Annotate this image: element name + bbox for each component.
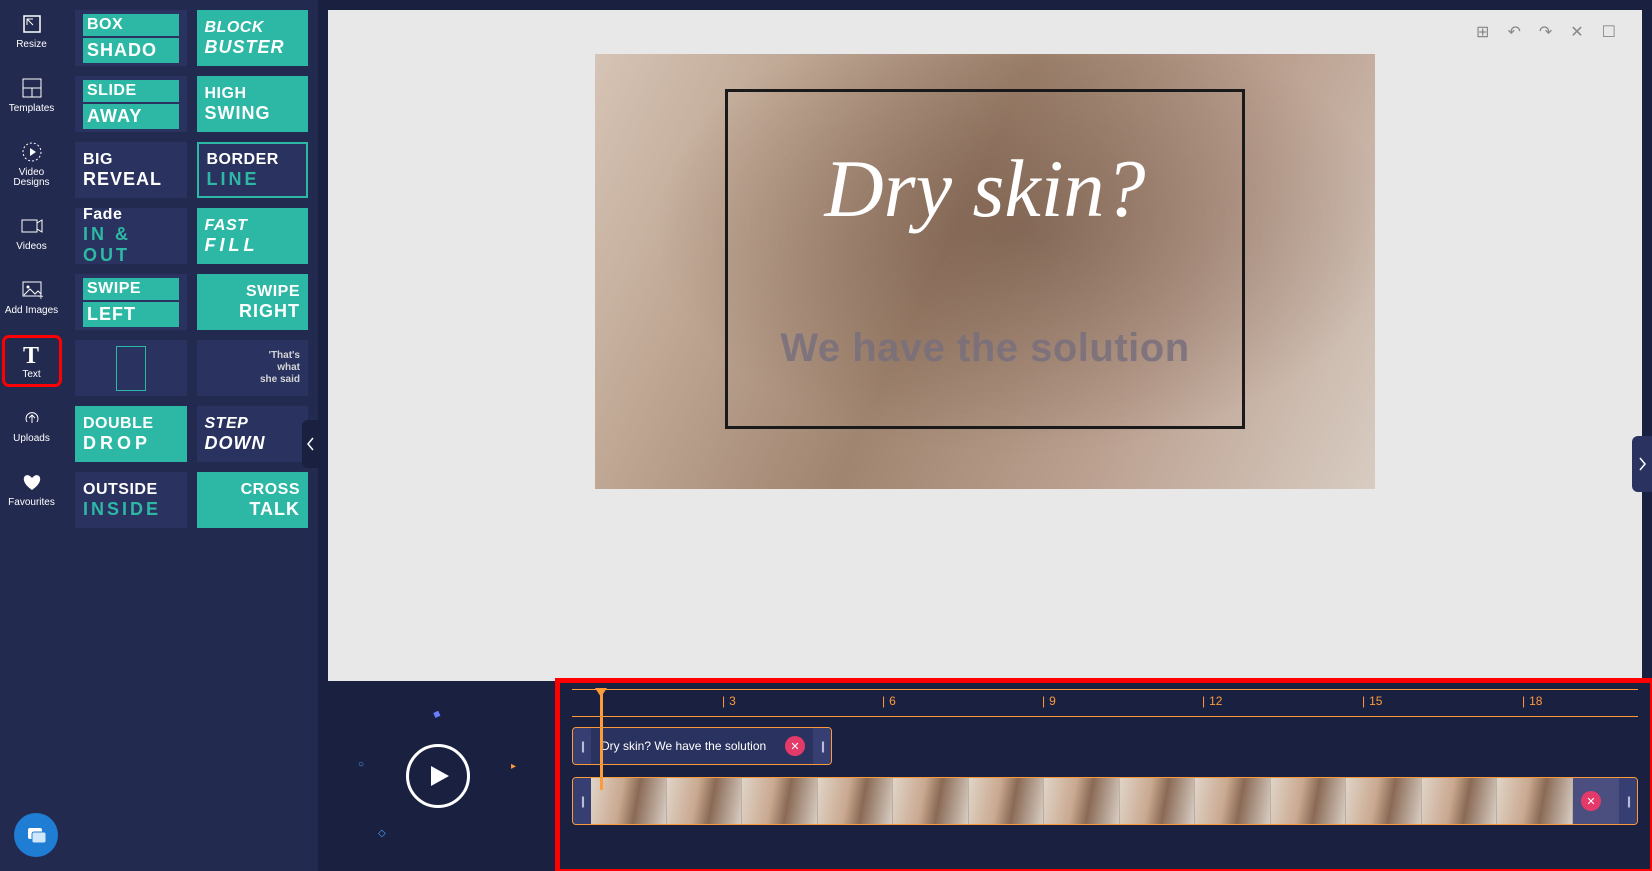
play-button[interactable]: [406, 744, 470, 808]
delete-clip-button[interactable]: ✕: [785, 736, 805, 756]
redo-icon[interactable]: ↷: [1539, 22, 1552, 42]
panel-collapse-button[interactable]: [302, 420, 318, 468]
ruler-tick: 18: [1522, 694, 1542, 708]
clip-end-segment: ✕: [1573, 778, 1619, 824]
play-icon: [429, 764, 451, 788]
sidebar-label: Favourites: [8, 498, 55, 508]
sidebar-label: Text: [22, 370, 40, 380]
text-template-tile[interactable]: BOXSHADO: [75, 10, 187, 66]
sidebar-label: Videos: [16, 242, 46, 252]
sidebar-item-resize[interactable]: Resize: [5, 8, 59, 54]
video-thumbnail: [1195, 778, 1271, 824]
text-templates-panel: BOXSHADOBLOCKBUSTERSLIDEAWAYHIGHSWINGBIG…: [63, 0, 318, 871]
video-designs-icon: [20, 140, 44, 164]
text-template-tile[interactable]: STEPDOWN: [197, 406, 309, 462]
canvas-toolbar: ⊞ ↶ ↷ ✕ ☐: [1450, 10, 1642, 54]
clip-right-handle[interactable]: ||: [1619, 778, 1637, 824]
decoration-icon: ◇: [378, 828, 386, 839]
decoration-icon: ▸: [511, 761, 516, 772]
text-template-tile[interactable]: SWIPERIGHT: [197, 274, 309, 330]
sidebar-label: Resize: [16, 40, 47, 50]
playhead[interactable]: [600, 690, 603, 790]
text-template-tile[interactable]: FadeIN & OUT: [75, 208, 187, 264]
canvas-text-frame[interactable]: Dry skin? We have the solution: [725, 89, 1245, 429]
video-canvas[interactable]: Dry skin? We have the solution: [595, 54, 1375, 489]
text-template-tile[interactable]: HIGHSWING: [197, 76, 309, 132]
templates-icon: [20, 76, 44, 100]
svg-text:+: +: [38, 292, 43, 300]
chat-icon: [25, 824, 47, 846]
sidebar-item-favourites[interactable]: Favourites: [5, 466, 59, 512]
sidebar-label: Templates: [9, 104, 55, 114]
canvas-subtitle-text[interactable]: We have the solution: [780, 326, 1189, 371]
video-thumbnail: [667, 778, 743, 824]
text-icon: T: [20, 342, 44, 366]
text-template-tile[interactable]: OUTSIDEINSIDE: [75, 472, 187, 528]
text-template-tile[interactable]: [75, 340, 187, 396]
ruler-tick: 15: [1362, 694, 1382, 708]
canvas-area: ⊞ ↶ ↷ ✕ ☐ Dry skin? We have the solution: [328, 10, 1642, 681]
close-icon[interactable]: ✕: [1570, 22, 1583, 42]
video-thumbnail: [1422, 778, 1498, 824]
text-template-tile[interactable]: BLOCKBUSTER: [197, 10, 309, 66]
text-template-tile[interactable]: BIGREVEAL: [75, 142, 187, 198]
video-thumbnail: [1346, 778, 1422, 824]
sidebar-item-text[interactable]: T Text: [5, 338, 59, 384]
videos-icon: [20, 214, 44, 238]
video-thumbnail: [742, 778, 818, 824]
text-template-tile[interactable]: DOUBLEDROP: [75, 406, 187, 462]
video-thumbnail: [1271, 778, 1347, 824]
svg-text:T: T: [23, 343, 39, 367]
text-clip-track[interactable]: || Dry skin? We have the solution ✕ ||: [572, 727, 832, 765]
text-template-tile[interactable]: FASTFILL: [197, 208, 309, 264]
ruler-tick: 12: [1202, 694, 1222, 708]
undo-icon[interactable]: ↶: [1507, 22, 1520, 42]
ruler-tick: 3: [722, 694, 736, 708]
video-thumbnail: [818, 778, 894, 824]
resize-icon: [20, 12, 44, 36]
video-clip-track[interactable]: || ✕ ||: [572, 777, 1638, 825]
playback-controls: ◆ ○ ▸ ◇: [318, 681, 558, 871]
sidebar-label: Add Images: [5, 306, 58, 316]
text-clip-label: Dry skin? We have the solution: [591, 739, 777, 753]
left-sidebar: Resize Templates Video Designs Videos + …: [0, 0, 63, 871]
delete-clip-button[interactable]: ✕: [1581, 791, 1601, 811]
text-template-tile[interactable]: SWIPELEFT: [75, 274, 187, 330]
sidebar-label: Uploads: [13, 434, 50, 444]
video-thumbnail: [893, 778, 969, 824]
text-template-tile[interactable]: SLIDEAWAY: [75, 76, 187, 132]
ruler-tick: 6: [882, 694, 896, 708]
sidebar-item-add-images[interactable]: + Add Images: [5, 274, 59, 320]
clip-left-handle[interactable]: ||: [573, 778, 591, 824]
text-template-tile[interactable]: BORDERLINE: [197, 142, 309, 198]
clip-right-handle[interactable]: ||: [813, 728, 831, 764]
fullscreen-icon[interactable]: ☐: [1602, 22, 1616, 42]
heart-icon: [20, 470, 44, 494]
main-area: ⊞ ↶ ↷ ✕ ☐ Dry skin? We have the solution…: [318, 0, 1652, 871]
decoration-icon: ◆: [431, 708, 442, 721]
decoration-icon: ○: [358, 759, 364, 770]
chat-support-button[interactable]: [14, 813, 58, 857]
clip-left-handle[interactable]: ||: [573, 728, 591, 764]
video-thumbnail: [969, 778, 1045, 824]
sidebar-item-templates[interactable]: Templates: [5, 72, 59, 118]
add-images-icon: +: [20, 278, 44, 302]
timeline-ruler[interactable]: 3 6 9 12 15 18: [572, 689, 1638, 717]
sidebar-item-uploads[interactable]: Uploads: [5, 402, 59, 448]
grid-icon[interactable]: ⊞: [1476, 22, 1489, 42]
uploads-icon: [20, 406, 44, 430]
ruler-tick: 9: [1042, 694, 1056, 708]
video-thumbnail: [1044, 778, 1120, 824]
video-thumbnail: [1120, 778, 1196, 824]
right-panel-expand[interactable]: [1632, 436, 1652, 492]
timeline[interactable]: 3 6 9 12 15 18 || Dry skin? We have the solut…: [558, 681, 1652, 871]
sidebar-item-video-designs[interactable]: Video Designs: [5, 136, 59, 192]
video-thumbnail: [1497, 778, 1573, 824]
sidebar-item-videos[interactable]: Videos: [5, 210, 59, 256]
text-template-tile[interactable]: 'That'swhatshe said: [197, 340, 309, 396]
video-thumbnails: [591, 778, 1573, 824]
sidebar-label: Video Designs: [5, 168, 59, 188]
canvas-title-text[interactable]: Dry skin?: [824, 142, 1145, 236]
text-template-tile[interactable]: CROSSTALK: [197, 472, 309, 528]
